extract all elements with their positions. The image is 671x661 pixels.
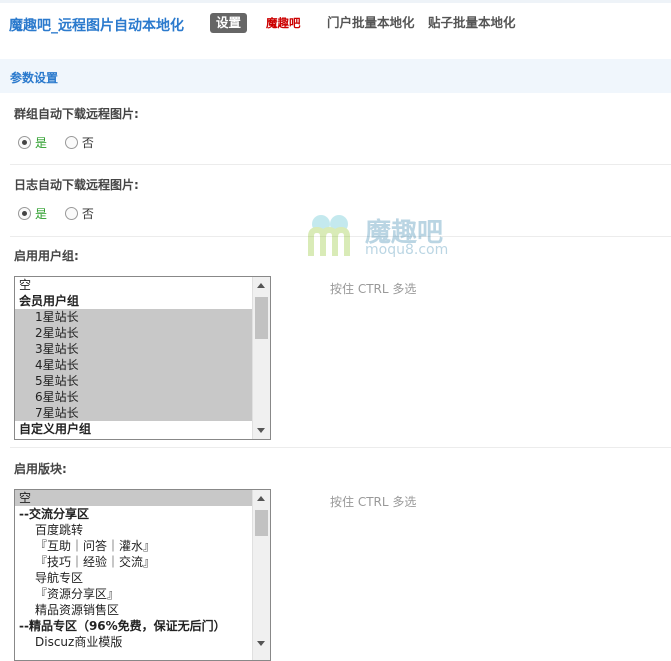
- forums-hint: 按住 CTRL 多选: [330, 495, 417, 509]
- moqu8-logo-icon: [308, 215, 350, 256]
- group-download-no-radio[interactable]: [64, 136, 78, 149]
- app-title: 魔趣吧_远程图片自动本地化: [9, 18, 184, 34]
- select-option[interactable]: 自定义用户组: [15, 421, 253, 437]
- scroll-up-icon[interactable]: [257, 496, 265, 501]
- user-groups-options: 空会员用户组 1星站长 2星站长 3星站长 4星站长 5星站长 6星站长 7星站长 自定义用户组: [15, 277, 253, 437]
- forums-scrollbar[interactable]: [252, 490, 270, 660]
- select-option[interactable]: --精品专区（96%免费，保证无后门）: [15, 618, 253, 634]
- select-option[interactable]: 6星站长: [15, 389, 253, 405]
- select-option[interactable]: Discuz商业模版: [15, 634, 253, 650]
- user-groups-select[interactable]: 空会员用户组 1星站长 2星站长 3星站长 4星站长 5星站长 6星站长 7星站长 自定义用户组: [14, 276, 271, 440]
- blog-download-yes-radio[interactable]: [18, 207, 31, 220]
- select-option[interactable]: 2星站长: [15, 325, 253, 341]
- divider: [10, 447, 671, 448]
- divider: [10, 164, 671, 165]
- select-option[interactable]: 百度跳转: [15, 522, 253, 538]
- select-option[interactable]: 精品资源销售区: [15, 602, 253, 618]
- header: 魔趣吧_远程图片自动本地化 设置 魔趣吧 门户批量本地化 贴子批量本地化: [0, 8, 671, 38]
- group-download-yes-label[interactable]: 是: [35, 136, 47, 150]
- select-option[interactable]: 1星站长: [15, 309, 253, 325]
- watermark-subtext: moqu8.com: [365, 242, 449, 258]
- forums-options: 空 --交流分享区 百度跳转 『互助｜问答｜灌水』 『技巧｜经验｜交流』 导航专区 『资源分…: [15, 490, 253, 650]
- scroll-up-icon[interactable]: [257, 283, 265, 288]
- scroll-down-icon[interactable]: [257, 641, 265, 646]
- select-option[interactable]: 空: [15, 490, 253, 506]
- forums-select[interactable]: 空 --交流分享区 百度跳转 『互助｜问答｜灌水』 『技巧｜经验｜交流』 导航专区 『资源分…: [14, 489, 271, 661]
- select-option[interactable]: 会员用户组: [15, 293, 253, 309]
- user-groups-scrollbar[interactable]: [252, 277, 270, 439]
- top-border: [0, 0, 671, 3]
- group-download-label: 群组自动下载远程图片:: [14, 107, 139, 121]
- select-option[interactable]: 7星站长: [15, 405, 253, 421]
- blog-download-no-label[interactable]: 否: [82, 207, 94, 221]
- moqu8-watermark: 魔趣吧 moqu8.com: [307, 212, 477, 262]
- blog-download-radios: 是 否: [18, 205, 108, 221]
- section-title: 参数设置: [10, 71, 59, 85]
- select-option[interactable]: 4星站长: [15, 357, 253, 373]
- tab-settings[interactable]: 设置: [210, 13, 248, 33]
- section-header: 参数设置: [0, 59, 671, 93]
- group-download-no-label[interactable]: 否: [82, 136, 94, 150]
- select-option[interactable]: 『资源分享区』: [15, 586, 253, 602]
- user-groups-label: 启用用户组:: [14, 249, 79, 263]
- tab-thread-localize[interactable]: 贴子批量本地化: [428, 13, 516, 33]
- select-option[interactable]: 5星站长: [15, 373, 253, 389]
- select-option[interactable]: 『互助｜问答｜灌水』: [15, 538, 253, 554]
- tab-moqu8[interactable]: 魔趣吧: [266, 13, 301, 33]
- blog-download-yes-label[interactable]: 是: [35, 207, 47, 221]
- scroll-thumb[interactable]: [255, 510, 268, 536]
- scroll-thumb[interactable]: [255, 297, 268, 339]
- blog-download-label: 日志自动下载远程图片:: [14, 178, 139, 192]
- scroll-down-icon[interactable]: [257, 428, 265, 433]
- select-option[interactable]: 空: [15, 277, 253, 293]
- select-option[interactable]: 『技巧｜经验｜交流』: [15, 554, 253, 570]
- tab-portal-localize[interactable]: 门户批量本地化: [327, 13, 415, 33]
- select-option[interactable]: 导航专区: [15, 570, 253, 586]
- group-download-yes-radio[interactable]: [18, 136, 31, 149]
- select-option[interactable]: --交流分享区: [15, 506, 253, 522]
- user-groups-hint: 按住 CTRL 多选: [330, 282, 417, 296]
- forums-label: 启用版块:: [14, 462, 67, 476]
- group-download-radios: 是 否: [18, 134, 108, 150]
- blog-download-no-radio[interactable]: [64, 207, 78, 220]
- select-option[interactable]: 3星站长: [15, 341, 253, 357]
